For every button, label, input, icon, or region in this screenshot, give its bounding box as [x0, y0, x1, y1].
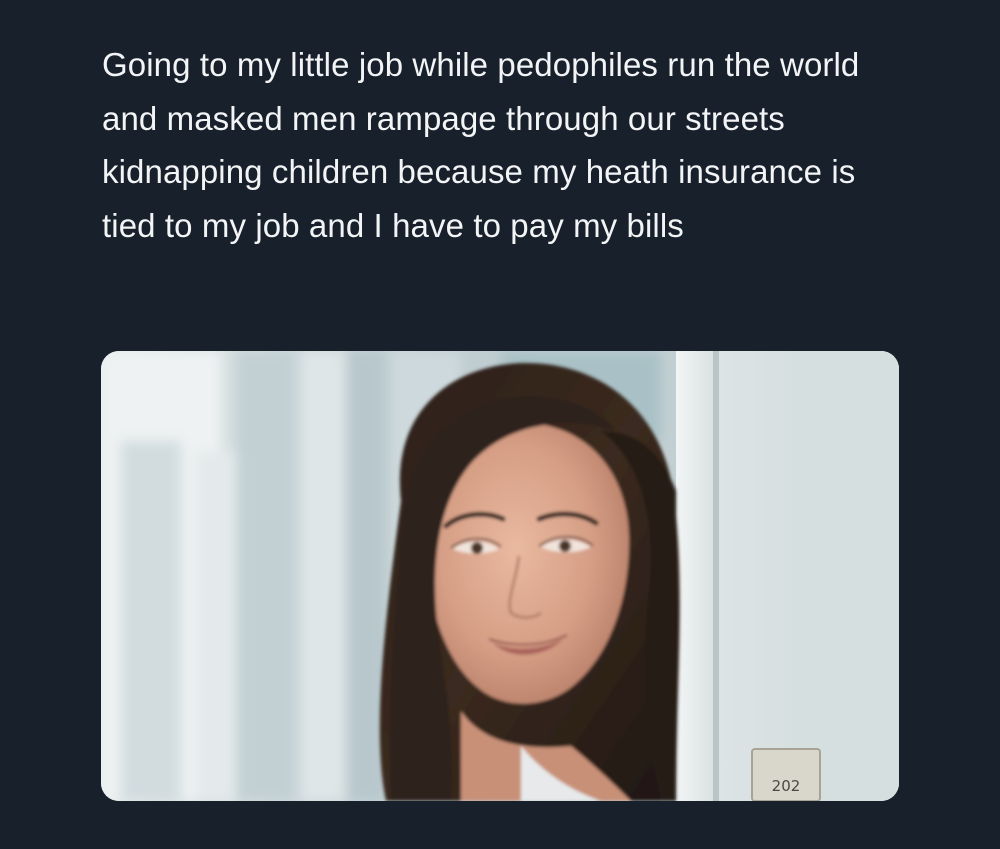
post-text: Going to my little job while pedophiles …	[102, 46, 860, 244]
door-number-plaque: 202	[751, 748, 821, 801]
post-media-image[interactable]: 202	[101, 351, 899, 801]
media-illustration: 202	[101, 351, 899, 801]
post-card: Going to my little job while pedophiles …	[0, 0, 1000, 849]
door-number-text: 202	[772, 777, 801, 795]
